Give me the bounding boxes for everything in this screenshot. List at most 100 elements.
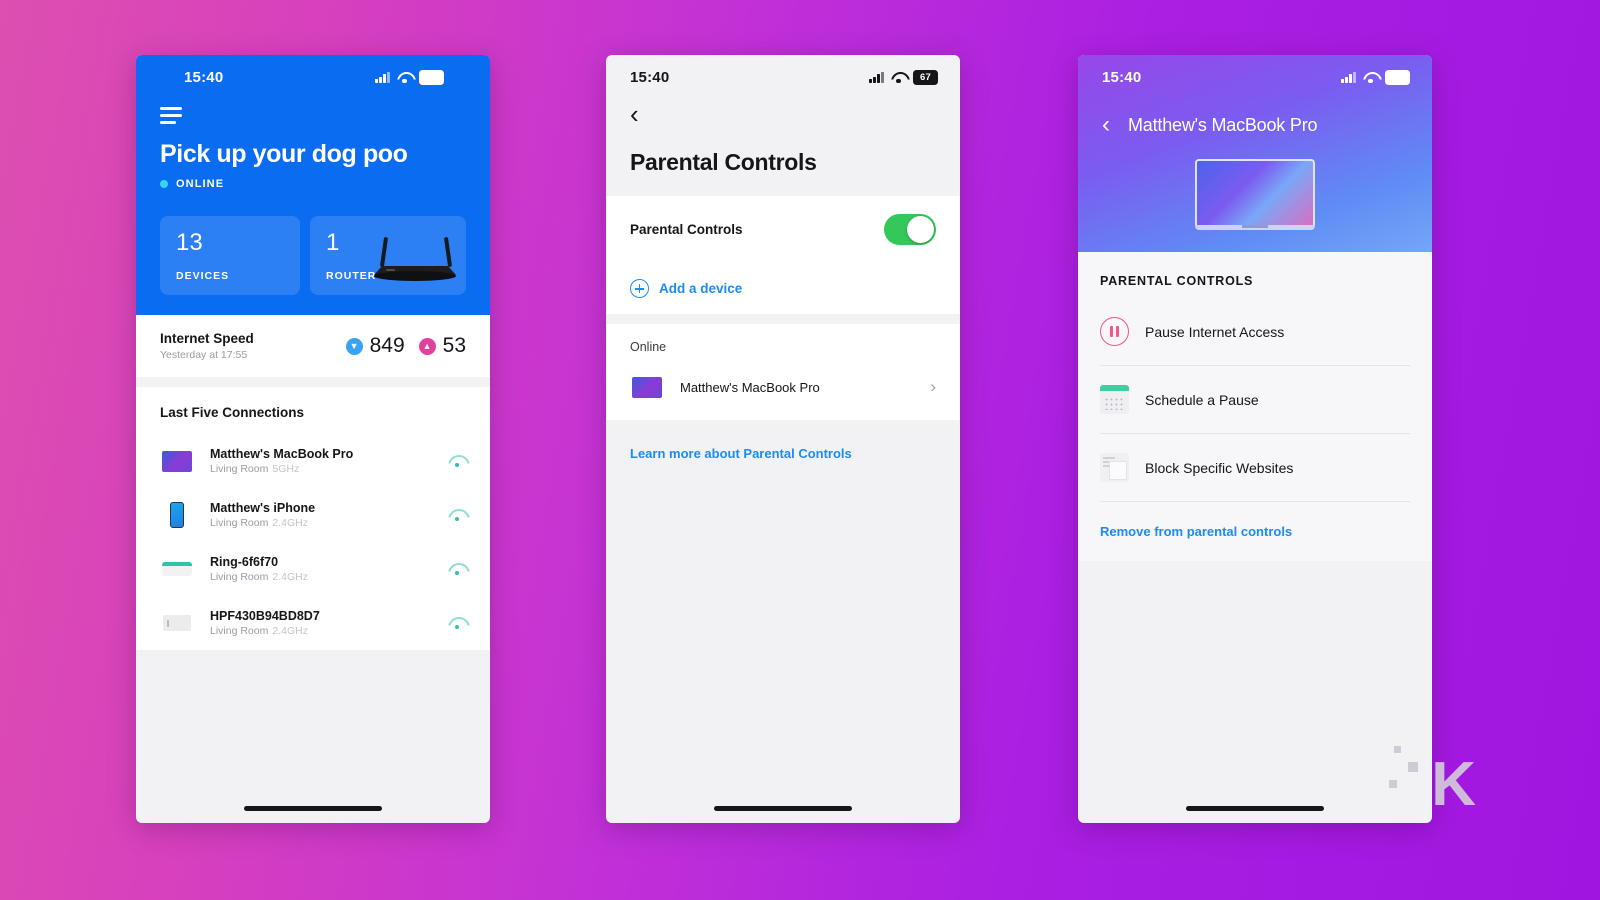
chevron-left-icon: ‹: [630, 99, 639, 129]
network-name: Pick up your dog poo: [160, 139, 408, 168]
device-room: Living Room: [210, 571, 269, 584]
option-pause-internet-access[interactable]: Pause Internet Access: [1100, 298, 1410, 366]
router-card[interactable]: 1 ROUTER: [310, 215, 466, 296]
macbook-illustration: [1195, 159, 1315, 230]
wifi-signal-icon: [448, 563, 466, 576]
hamburger-menu-icon[interactable]: [160, 107, 182, 124]
phone-screen-dashboard: 15:40 67 Pick up your dog poo ONLINE 13 …: [136, 55, 490, 823]
device-group-card: Online Matthew's MacBook Pro ›: [606, 324, 960, 420]
page-title: Matthew's MacBook Pro: [1128, 114, 1318, 135]
battery-icon: 67: [419, 69, 444, 85]
status-bar-indicators: 67: [1341, 69, 1410, 85]
device-name: HPF430B94BD8D7: [210, 609, 320, 624]
device-meta: Living Room 5GHz: [210, 463, 432, 475]
status-bar: 15:40 67: [1078, 55, 1432, 99]
network-status: ONLINE: [160, 178, 466, 190]
option-schedule-a-pause[interactable]: Schedule a Pause: [1100, 366, 1410, 434]
phone-screen-device-detail: 15:40 67 ‹ Matthew's MacBook Pro PARENTA…: [1078, 55, 1432, 823]
phone-screen-parental-controls: 15:40 67 ‹ Parental Controls Parental Co…: [606, 55, 960, 823]
dashboard-header: 15:40 67 Pick up your dog poo ONLINE 13 …: [136, 55, 490, 316]
device-room: Living Room: [210, 517, 269, 530]
page-title: Parental Controls: [630, 149, 817, 175]
watermark-letter: K: [1431, 750, 1476, 819]
document-block-icon: [1100, 453, 1129, 482]
home-indicator: [1186, 806, 1324, 811]
calendar-icon: [1100, 385, 1129, 414]
upload-arrow-icon: ▲: [418, 337, 436, 355]
download-arrow-icon: ▼: [345, 337, 363, 355]
connections-title: Last Five Connections: [160, 405, 305, 421]
list-item[interactable]: HPF430B94BD8D7 Living Room 2.4GHz: [136, 596, 490, 650]
toggle-label: Parental Controls: [630, 222, 743, 237]
devices-count: 13: [176, 228, 203, 256]
device-band: 2.4GHz: [272, 517, 308, 530]
option-block-specific-websites[interactable]: Block Specific Websites: [1100, 434, 1410, 502]
option-label: Schedule a Pause: [1145, 391, 1259, 408]
wifi-signal-icon: [448, 617, 466, 630]
chevron-right-icon: ›: [930, 377, 936, 396]
list-item[interactable]: Ring-6f6f70 Living Room 2.4GHz: [136, 542, 490, 596]
status-label: ONLINE: [176, 177, 225, 190]
wifi-signal-icon: [448, 509, 466, 522]
doorbell-icon: [160, 556, 194, 582]
upload-speed: ▲ 53: [418, 334, 466, 358]
internet-speed-card[interactable]: Internet Speed Yesterday at 17:55 ▼ 849 …: [136, 315, 490, 378]
download-speed: ▼ 849: [345, 334, 405, 358]
parental-controls-toggle-row[interactable]: Parental Controls: [606, 196, 960, 263]
connections-card: Last Five Connections Matthew's MacBook …: [136, 387, 490, 651]
battery-icon: 67: [1385, 69, 1410, 85]
devices-label: DEVICES: [176, 270, 230, 283]
back-button[interactable]: ‹: [1102, 113, 1110, 137]
status-bar: 15:40 67: [606, 55, 960, 99]
status-bar: 15:40 67: [160, 55, 466, 99]
internet-speed-title: Internet Speed: [160, 331, 254, 347]
laptop-icon: [160, 448, 194, 474]
option-label: Block Specific Websites: [1145, 459, 1294, 476]
home-indicator: [244, 806, 382, 811]
status-bar-time: 15:40: [184, 68, 224, 86]
wifi-icon: [891, 72, 906, 83]
navigation-bar: ‹ Matthew's MacBook Pro: [1078, 99, 1432, 137]
option-label: Pause Internet Access: [1145, 323, 1285, 340]
back-button[interactable]: ‹: [606, 99, 960, 127]
internet-speed-timestamp: Yesterday at 17:55: [160, 349, 248, 362]
section-label: PARENTAL CONTROLS: [1100, 274, 1254, 288]
device-detail-header: 15:40 67 ‹ Matthew's MacBook Pro: [1078, 55, 1432, 252]
cellular-bars-icon: [375, 71, 390, 83]
device-name: Ring-6f6f70: [210, 555, 279, 570]
laptop-icon: [630, 374, 664, 400]
status-dot-icon: [160, 179, 168, 188]
smartphone-icon: [160, 502, 194, 529]
remove-from-parental-controls-link[interactable]: Remove from parental controls: [1078, 502, 1432, 561]
device-band: 5GHz: [272, 463, 300, 476]
device-meta: Living Room 2.4GHz: [210, 517, 432, 529]
status-bar-indicators: 67: [375, 69, 444, 85]
learn-more-link[interactable]: Learn more about Parental Controls: [606, 420, 960, 487]
device-group-label: Online: [630, 340, 667, 354]
list-item[interactable]: Matthew's MacBook Pro ›: [606, 362, 960, 420]
plus-circle-icon: [630, 279, 649, 298]
device-detail-body: PARENTAL CONTROLS Pause Internet Access …: [1078, 252, 1432, 561]
cellular-bars-icon: [1341, 71, 1356, 83]
summary-cards: 13 DEVICES 1 ROUTER: [160, 215, 466, 296]
parental-controls-toggle[interactable]: [884, 214, 936, 245]
list-item[interactable]: Matthew's MacBook Pro Living Room 5GHz: [136, 434, 490, 488]
status-bar-indicators: 67: [869, 69, 938, 85]
upload-speed-value: 53: [442, 334, 466, 358]
wifi-signal-icon: [448, 455, 466, 468]
download-speed-value: 849: [369, 334, 405, 358]
add-device-button[interactable]: Add a device: [606, 263, 960, 314]
printer-icon: [160, 610, 194, 636]
home-indicator: [714, 806, 852, 811]
device-room: Living Room: [210, 625, 269, 638]
status-bar-time: 15:40: [630, 68, 670, 86]
device-name: Matthew's MacBook Pro: [680, 379, 820, 395]
status-bar-time: 15:40: [1102, 68, 1142, 86]
device-band: 2.4GHz: [272, 625, 308, 638]
dashboard-body: Internet Speed Yesterday at 17:55 ▼ 849 …: [136, 315, 490, 651]
device-room: Living Room: [210, 463, 269, 476]
devices-card[interactable]: 13 DEVICES: [160, 215, 300, 296]
list-item[interactable]: Matthew's iPhone Living Room 2.4GHz: [136, 488, 490, 542]
add-device-label: Add a device: [659, 281, 743, 296]
battery-icon: 67: [913, 69, 938, 85]
